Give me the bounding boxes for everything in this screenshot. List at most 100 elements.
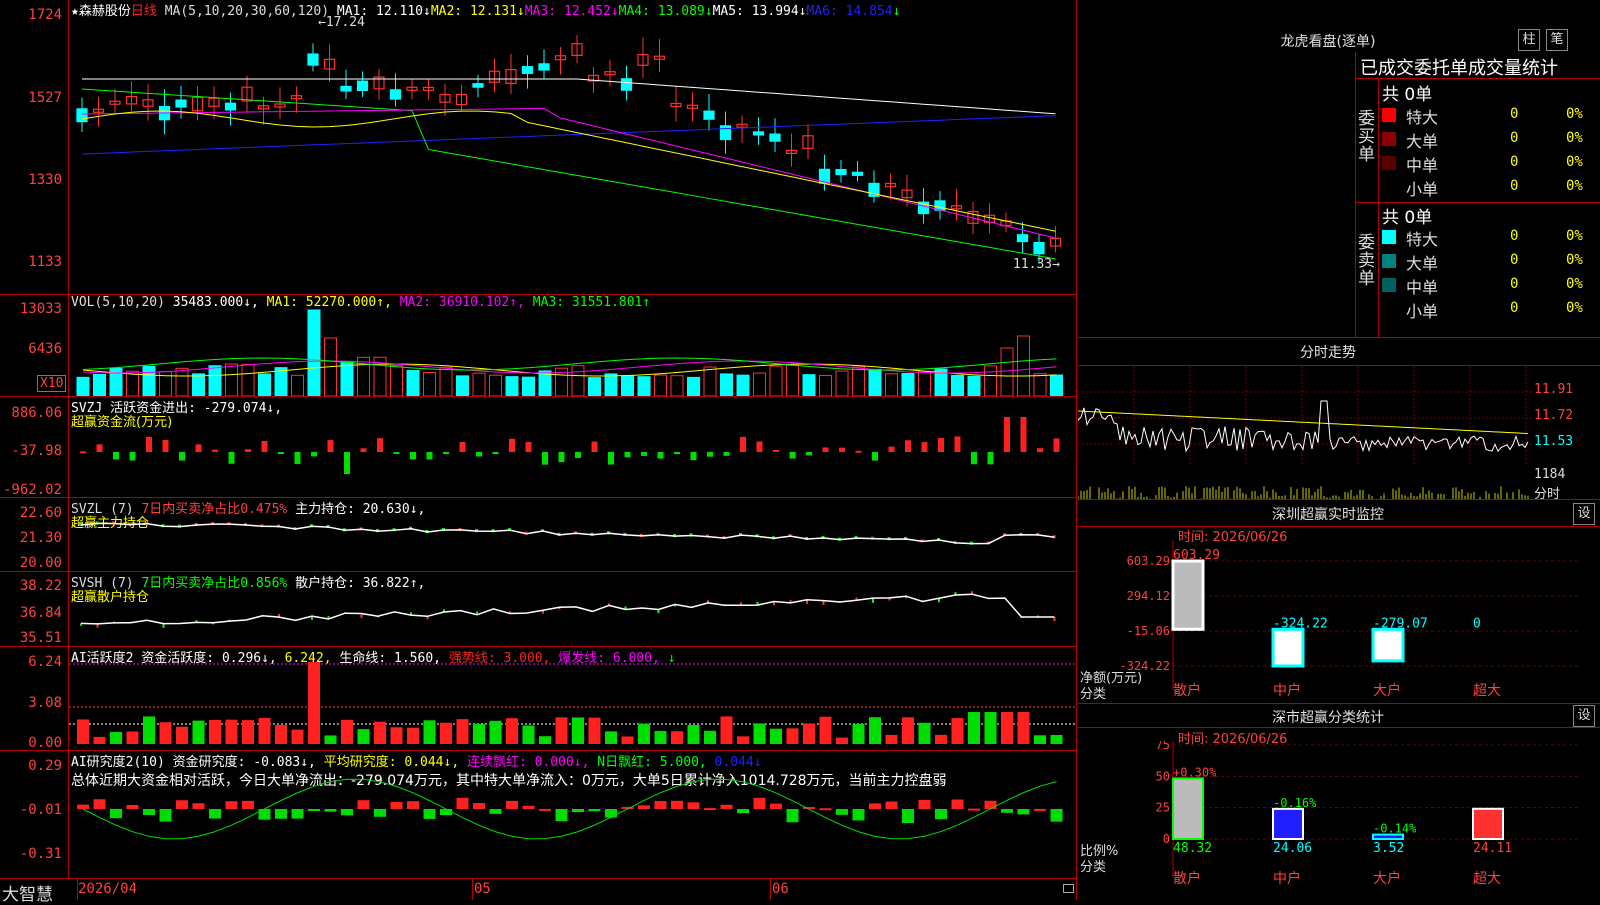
fund-flow-bars[interactable] — [69, 397, 1075, 497]
research-bar — [918, 799, 931, 809]
research-bar — [951, 799, 964, 809]
row-name: 小单 — [1406, 302, 1439, 321]
volume-bars[interactable] — [69, 308, 1075, 396]
hsep — [1355, 78, 1600, 79]
flow-bar — [608, 452, 614, 465]
y-tick: 50 — [1156, 769, 1170, 783]
x-tick-line — [472, 879, 473, 900]
row-name: 特大 — [1406, 108, 1439, 127]
ai-research-bars[interactable] — [69, 751, 1075, 878]
activity-bar — [324, 735, 337, 744]
volume-bar — [637, 376, 651, 396]
research-bar — [126, 804, 139, 809]
research-bar — [704, 808, 716, 811]
volume-bar — [142, 365, 156, 396]
holding-line — [80, 593, 1055, 625]
flow-bar — [459, 442, 466, 452]
bar-mode-button[interactable]: 柱 — [1518, 29, 1540, 51]
row-count: 0 — [1510, 178, 1519, 194]
activity-bar — [572, 717, 584, 744]
activity-bar — [1017, 712, 1030, 744]
research-bar — [786, 809, 799, 823]
research-bar — [720, 804, 733, 809]
sz-stats-panel: 深市超赢分类统计 设 时间: 2026/06/26 75 50 25 0 +0.30% 4… — [1078, 705, 1600, 900]
flow-bar — [740, 436, 746, 452]
y-tick: 0.00 — [28, 735, 62, 751]
flow-bar — [278, 452, 284, 454]
y-tick: 0 — [1163, 832, 1170, 846]
flow-bar — [1020, 417, 1027, 452]
y-tick: 38.22 — [19, 578, 62, 594]
activity-bar — [621, 736, 634, 744]
ma-line — [81, 115, 1056, 155]
x-tick-line — [77, 879, 78, 900]
monitor-bar-chart[interactable]: 603.29294.12-15.06-324.22603.29散户-324.22… — [1078, 540, 1600, 705]
y-tick: 6436 — [28, 341, 62, 357]
stats-bar-chart[interactable]: 75 50 25 0 +0.30% 48.32 散户 -0.16% 24.06 中户 -0.14% 3… — [1078, 741, 1600, 900]
flow-bar — [377, 438, 383, 452]
row-count: 0 — [1510, 106, 1519, 122]
intraday-chart[interactable] — [1078, 366, 1532, 500]
category-label: 散户 — [1173, 682, 1201, 699]
chart-area[interactable]: ★森赫股份日线 MA(5,10,20,30,60,120) MA1: 12.11… — [0, 0, 1078, 905]
flow-bar — [476, 452, 482, 457]
row-name: 大单 — [1406, 132, 1439, 151]
candle-body — [1033, 241, 1045, 255]
flow-bar — [657, 452, 664, 459]
research-bar — [225, 801, 238, 809]
price-candles[interactable] — [69, 14, 1075, 294]
activity-bar — [836, 737, 848, 744]
row-pct: 0% — [1566, 252, 1583, 268]
volume-bar — [1017, 335, 1030, 396]
volume-bar — [505, 376, 519, 396]
volume-bar — [687, 376, 700, 396]
row-count: 0 — [1510, 300, 1519, 316]
value-label: 24.06 — [1273, 841, 1312, 856]
volume-bar — [835, 370, 849, 396]
y-tick: -0.31 — [19, 846, 62, 862]
retail-holding-line[interactable] — [69, 572, 1075, 646]
ai-active-bars[interactable] — [69, 647, 1075, 750]
research-bar — [852, 809, 865, 821]
change-label: +0.30% — [1173, 765, 1217, 779]
settings-button[interactable]: 设 — [1573, 705, 1595, 727]
activity-bar — [638, 723, 650, 744]
volume-bar — [703, 366, 717, 396]
flow-bar — [575, 452, 581, 458]
activity-bar — [654, 730, 667, 744]
activity-bar — [968, 712, 980, 744]
lock-icon[interactable] — [1063, 884, 1074, 893]
y-tick: 21.30 — [19, 530, 62, 546]
flow-bar — [113, 452, 119, 460]
volume-bar — [225, 363, 238, 396]
flow-bar — [954, 436, 961, 452]
volume-bar — [918, 370, 931, 396]
tick-mode-button[interactable]: 笔 — [1546, 29, 1568, 51]
activity-bar — [555, 717, 568, 744]
flow-bar — [872, 452, 878, 461]
value-label: 24.11 — [1473, 841, 1512, 856]
volume-bar — [439, 366, 453, 396]
research-bar — [456, 797, 469, 809]
row-name: 大单 — [1406, 254, 1439, 273]
category-label: 超大 — [1473, 683, 1501, 699]
y-tick: 11.72 — [1534, 408, 1574, 423]
main-holding-line[interactable] — [69, 498, 1075, 571]
activity-bar — [753, 723, 766, 744]
brand-logo[interactable]: 大智慧 — [2, 880, 53, 905]
volume-bar — [571, 365, 585, 396]
settings-button[interactable]: 设 — [1573, 503, 1595, 525]
volume-bar — [604, 373, 618, 396]
activity-bar — [192, 720, 205, 744]
y-tick: 1527 — [28, 90, 62, 106]
hsep — [1078, 727, 1600, 728]
research-bar — [308, 809, 320, 811]
flow-bar — [360, 448, 367, 452]
intraday-panel[interactable]: 分时走势 11.91 11.72 11.53 1184 分时 — [1078, 338, 1600, 502]
flow-bar — [905, 440, 911, 452]
activity-bar — [225, 719, 238, 744]
activity-bar — [984, 712, 997, 744]
ratio-bar — [1172, 777, 1204, 840]
research-bar — [836, 809, 848, 815]
ratio-bar — [1472, 807, 1504, 841]
